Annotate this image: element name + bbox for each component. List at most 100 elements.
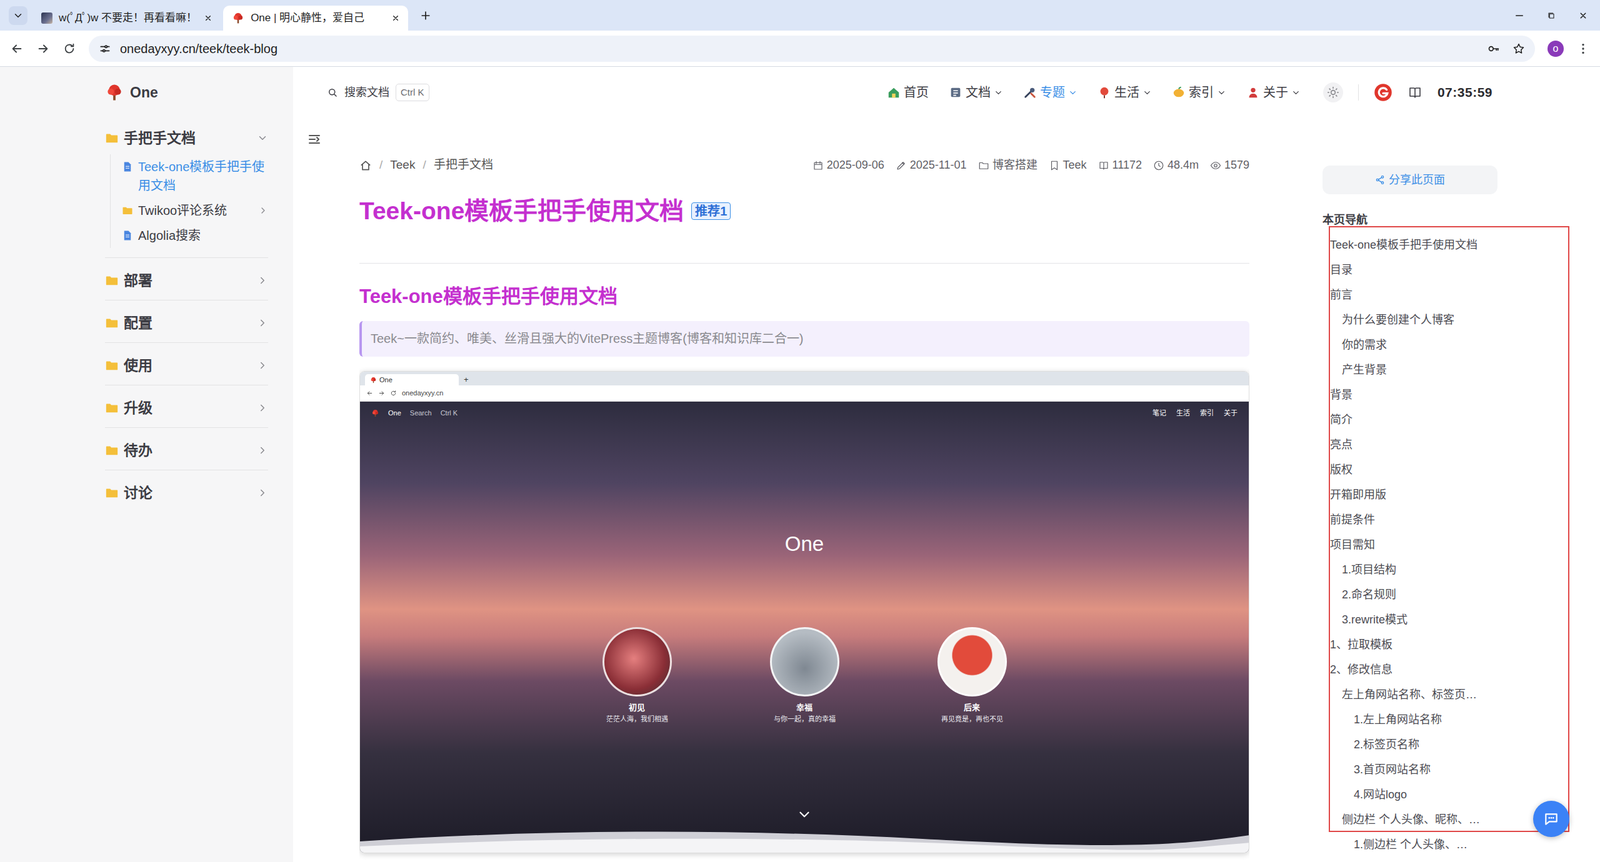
sidebar-group-header[interactable]: 部署 — [105, 266, 269, 295]
close-icon[interactable] — [203, 13, 214, 24]
outline-label[interactable]: 版权 — [1330, 463, 1353, 477]
outline-label[interactable]: 产生背景 — [1341, 363, 1387, 377]
outline-item[interactable]: 3.rewrite模式 — [1322, 607, 1570, 633]
chevron-right-icon[interactable] — [256, 317, 269, 329]
chevron-right-icon[interactable] — [258, 201, 269, 220]
chevron-down-icon[interactable] — [1068, 88, 1078, 98]
outline-item[interactable]: 侧边栏 个人头像、昵称、… — [1322, 807, 1570, 833]
sidebar-item[interactable]: Teek-one模板手把手使用文档 — [121, 154, 269, 199]
key-icon[interactable] — [1487, 42, 1500, 55]
minimize-icon[interactable] — [1513, 10, 1525, 22]
outline-item[interactable]: 3.首页网站名称 — [1322, 757, 1570, 783]
profile-avatar[interactable]: o — [1547, 40, 1564, 57]
group-label[interactable]: 配置 — [123, 312, 153, 335]
outline-label[interactable]: 侧边栏 个人头像、昵称、… — [1341, 813, 1480, 827]
outline-item[interactable]: 左上角网站名称、标签页… — [1322, 682, 1570, 708]
url-text[interactable]: onedayxyy.cn/teek/teek-blog — [120, 39, 278, 59]
sidebar-group-header[interactable]: 待办 — [105, 436, 269, 465]
reload-icon[interactable] — [62, 41, 77, 56]
outline-item[interactable]: 前言 — [1322, 282, 1570, 308]
nav-label[interactable]: 索引 — [1188, 83, 1214, 102]
sidebar-item[interactable]: Algolia搜索 — [121, 223, 269, 249]
outline-item[interactable]: 你的需求 — [1322, 332, 1570, 358]
outline-label[interactable]: 前提条件 — [1330, 513, 1375, 527]
chevron-right-icon[interactable] — [256, 487, 269, 499]
outline-item[interactable]: 1、拉取模板 — [1322, 632, 1570, 658]
outline-label[interactable]: 4.网站logo — [1353, 788, 1407, 802]
nav-link[interactable]: 生活 — [1097, 83, 1152, 102]
outline-label[interactable]: 为什么要创建个人博客 — [1341, 313, 1455, 327]
outline-label[interactable]: 左上角网站名称、标签页… — [1341, 688, 1477, 702]
sidebar-group-header[interactable]: 配置 — [105, 309, 269, 337]
outline-label[interactable]: 1.侧边栏 个人头像、… — [1353, 838, 1468, 852]
chevron-right-icon[interactable] — [256, 360, 269, 372]
outline-item[interactable]: 目录 — [1322, 257, 1570, 283]
browser-tab[interactable]: w(ﾟДﾟ)w 不要走！再看看嘛！ — [32, 5, 221, 31]
outline-item[interactable]: 2.命名规则 — [1322, 582, 1570, 608]
close-window-icon[interactable] — [1577, 10, 1589, 22]
outline-label[interactable]: 3.rewrite模式 — [1341, 613, 1408, 627]
outline-label[interactable]: 项目需知 — [1330, 538, 1375, 552]
breadcrumb-item[interactable]: 手把手文档 — [433, 156, 494, 175]
outline-label[interactable]: 2、修改信息 — [1330, 663, 1393, 677]
search-button[interactable]: 搜索文档Ctrl K — [326, 83, 430, 102]
item-label[interactable]: Twikoo评论系统 — [138, 201, 254, 220]
outline-item[interactable]: 为什么要创建个人博客 — [1322, 307, 1570, 333]
chevron-down-icon[interactable] — [1291, 88, 1301, 98]
outline-label[interactable]: 1.项目结构 — [1341, 563, 1397, 577]
outline-item[interactable]: 1.项目结构 — [1322, 557, 1570, 583]
outline-item[interactable]: 2、修改信息 — [1322, 657, 1570, 683]
outline-label[interactable]: 开箱即用版 — [1330, 488, 1387, 502]
outline-item[interactable]: 产生背景 — [1322, 357, 1570, 383]
nav-label[interactable]: 首页 — [903, 83, 929, 102]
outline-label[interactable]: 亮点 — [1330, 438, 1353, 452]
sidebar-toggle-icon[interactable] — [306, 131, 322, 147]
outline-label[interactable]: 2.标签页名称 — [1353, 738, 1420, 752]
restore-icon[interactable] — [1546, 10, 1557, 21]
outline-label[interactable]: 前言 — [1330, 288, 1353, 302]
outline-label[interactable]: 3.首页网站名称 — [1353, 763, 1431, 777]
item-label[interactable]: Algolia搜索 — [138, 226, 269, 245]
group-label[interactable]: 升级 — [123, 397, 153, 420]
chevron-down-icon[interactable] — [993, 88, 1004, 98]
site-logo[interactable]: One — [105, 66, 269, 119]
outline-item[interactable]: 前提条件 — [1322, 507, 1570, 533]
outline-item[interactable]: 简介 — [1322, 407, 1570, 433]
nav-link[interactable]: 文档 — [948, 83, 1004, 102]
group-label[interactable]: 讨论 — [123, 482, 153, 505]
outline-label[interactable]: 1、拉取模板 — [1330, 638, 1393, 652]
outline-item[interactable]: 1.左上角网站名称 — [1322, 707, 1570, 733]
nav-link[interactable]: 关于 — [1246, 83, 1301, 102]
outline-item[interactable]: Teek-one模板手把手使用文档 — [1322, 232, 1570, 258]
chevron-down-icon[interactable] — [256, 132, 269, 144]
sidebar-group-header[interactable]: 升级 — [105, 394, 269, 422]
share-label[interactable]: 分享此页面 — [1388, 171, 1445, 189]
nav-link[interactable]: 首页 — [886, 83, 929, 102]
outline-item[interactable]: 2.标签页名称 — [1322, 732, 1570, 758]
search-label[interactable]: 搜索文档 — [344, 84, 390, 102]
chat-button[interactable] — [1533, 801, 1570, 838]
group-label[interactable]: 部署 — [123, 270, 153, 292]
group-label[interactable]: 手把手文档 — [123, 127, 196, 150]
menu-icon[interactable] — [1576, 41, 1590, 56]
outline-label[interactable]: 你的需求 — [1341, 338, 1387, 352]
back-icon[interactable] — [10, 41, 24, 56]
chevron-down-icon[interactable] — [1142, 88, 1152, 98]
site-info-icon[interactable] — [98, 42, 112, 55]
outline-item[interactable]: 4.网站logo — [1322, 782, 1570, 808]
chevron-right-icon[interactable] — [256, 402, 269, 414]
site-name[interactable]: One — [130, 81, 159, 104]
outline-label[interactable]: 简介 — [1330, 413, 1353, 427]
home-icon[interactable] — [359, 159, 372, 172]
nav-label[interactable]: 关于 — [1263, 83, 1289, 102]
reading-mode-icon[interactable] — [1407, 85, 1423, 100]
outline-label[interactable]: 1.左上角网站名称 — [1353, 713, 1442, 727]
outline-item[interactable]: 版权 — [1322, 457, 1570, 483]
address-bar[interactable]: onedayxyy.cn/teek/teek-blog — [88, 35, 1535, 62]
nav-label[interactable]: 生活 — [1114, 83, 1140, 102]
share-button[interactable]: 分享此页面 — [1322, 165, 1498, 195]
group-label[interactable]: 使用 — [123, 355, 153, 377]
nav-label[interactable]: 文档 — [965, 83, 991, 102]
outline-item[interactable]: 1.侧边栏 个人头像、… — [1322, 832, 1570, 858]
star-icon[interactable] — [1512, 42, 1525, 55]
